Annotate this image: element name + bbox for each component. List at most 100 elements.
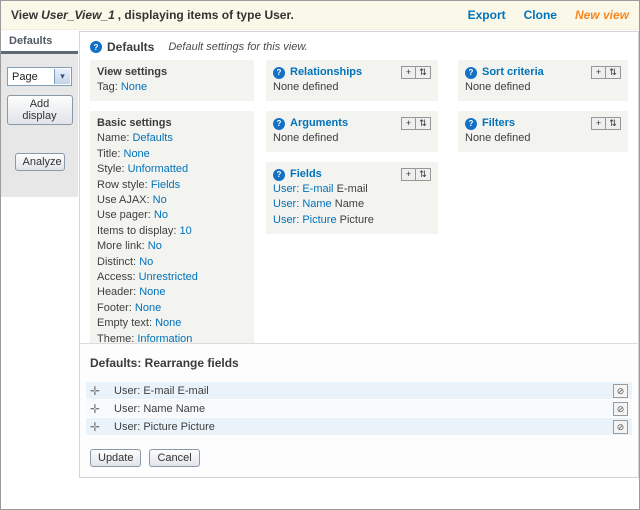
display-type-select[interactable]: Page ▾ (7, 67, 72, 86)
setting-value-link[interactable]: No (148, 240, 162, 252)
arguments-box: ? Arguments + ⇅ None defined (266, 111, 438, 152)
display-heading-note: Default settings for this view. (168, 41, 308, 53)
filters-buttons: + ⇅ (591, 117, 621, 130)
setting-label: Tag: (97, 81, 118, 93)
analyze-button[interactable]: Analyze (14, 153, 65, 171)
setting-row: Use pager: No (97, 208, 247, 223)
setting-row: Access: Unrestricted (97, 270, 247, 285)
setting-value-link[interactable]: Defaults (132, 132, 172, 144)
add-icon[interactable]: + (401, 117, 416, 130)
setting-row: More link: No (97, 239, 247, 254)
rearrange-row: ✛ User: Picture Picture ⊘ (86, 418, 632, 435)
setting-label: Style: (97, 163, 125, 176)
setting-row: Use AJAX: No (97, 193, 247, 208)
tab-defaults[interactable]: Defaults (1, 31, 78, 54)
view-actions: Export Clone New view (468, 8, 629, 22)
rearrange-icon[interactable]: ⇅ (416, 117, 431, 130)
setting-value-link[interactable]: No (154, 209, 168, 221)
drag-handle-icon[interactable]: ✛ (90, 402, 114, 416)
clone-link[interactable]: Clone (524, 8, 557, 22)
setting-row: Row style: Fields (97, 178, 247, 193)
arguments-buttons: + ⇅ (401, 117, 431, 130)
add-icon[interactable]: + (591, 66, 606, 79)
rearrange-icon[interactable]: ⇅ (416, 66, 431, 79)
help-icon[interactable]: ? (90, 41, 102, 53)
setting-label: Row style: (97, 178, 148, 191)
add-icon[interactable]: + (591, 117, 606, 130)
filters-title-link[interactable]: Filters (482, 116, 515, 131)
arguments-title-link[interactable]: Arguments (290, 116, 348, 131)
add-icon[interactable]: + (401, 66, 416, 79)
setting-label: More link: (97, 240, 145, 253)
field-suffix: E-mail (336, 183, 368, 195)
remove-icon[interactable]: ⊘ (613, 401, 628, 416)
help-icon[interactable]: ? (273, 117, 285, 130)
export-link[interactable]: Export (468, 8, 506, 22)
setting-label: Use pager: (97, 209, 151, 222)
setting-label: Items to display: (97, 224, 177, 237)
chevron-down-icon: ▾ (54, 69, 70, 84)
arguments-header: ? Arguments + ⇅ (273, 116, 431, 131)
remove-icon[interactable]: ⊘ (613, 419, 628, 434)
setting-label: Empty text: (97, 317, 153, 330)
sort-criteria-empty-text: None defined (465, 81, 531, 93)
drag-handle-icon[interactable]: ✛ (90, 420, 114, 434)
setting-value-link[interactable]: No (153, 194, 167, 206)
new-view-link[interactable]: New view (575, 8, 629, 22)
setting-value-link[interactable]: Unrestricted (139, 271, 198, 283)
setting-label: Footer: (97, 301, 132, 314)
rearrange-icon[interactable]: ⇅ (606, 66, 621, 79)
field-link[interactable]: User: Picture (273, 214, 337, 226)
help-icon[interactable]: ? (465, 117, 477, 130)
setting-row: Title: None (97, 147, 247, 162)
views-ui-page: View User_View_1, displaying items of typ… (0, 0, 640, 510)
filters-box: ? Filters + ⇅ None defined (458, 111, 628, 152)
field-link[interactable]: User: E-mail (273, 183, 334, 195)
display-settings-panel: ? Defaults Default settings for this vie… (79, 31, 639, 478)
rearrange-icon[interactable]: ⇅ (606, 117, 621, 130)
help-icon[interactable]: ? (273, 168, 285, 181)
remove-icon[interactable]: ⊘ (613, 383, 628, 398)
settings-column-2: ? Relationships + ⇅ None defined ? Argum… (266, 60, 438, 244)
view-settings-title: View settings (97, 66, 168, 78)
fields-header: ? Fields + ⇅ (273, 167, 431, 182)
field-link[interactable]: User: Name (273, 198, 332, 210)
relationships-title-link[interactable]: Relationships (290, 65, 362, 80)
rearrange-icon[interactable]: ⇅ (416, 168, 431, 181)
cancel-button[interactable]: Cancel (149, 449, 200, 467)
rearrange-row-label: User: Picture Picture (114, 420, 215, 433)
field-row: User: Picture Picture (273, 213, 431, 228)
drag-handle-icon[interactable]: ✛ (90, 384, 114, 398)
setting-value-link[interactable]: Fields (151, 179, 180, 191)
setting-value-link[interactable]: None (121, 81, 147, 93)
setting-value-link[interactable]: None (135, 302, 161, 314)
help-icon[interactable]: ? (465, 66, 477, 79)
setting-value-link[interactable]: Unformatted (128, 163, 189, 175)
update-button[interactable]: Update (90, 449, 142, 467)
sort-criteria-title-link[interactable]: Sort criteria (482, 65, 544, 80)
add-icon[interactable]: + (401, 168, 416, 181)
setting-row: Header: None (97, 285, 247, 300)
fields-title-link[interactable]: Fields (290, 167, 322, 182)
view-title-suffix: , displaying items of type User. (117, 8, 294, 22)
setting-value-link[interactable]: None (124, 148, 150, 160)
sort-criteria-header: ? Sort criteria + ⇅ (465, 65, 621, 80)
setting-value-link[interactable]: None (155, 317, 181, 329)
display-header: ? Defaults Default settings for this vie… (80, 32, 638, 60)
basic-settings-title: Basic settings (97, 117, 172, 130)
filters-empty-text: None defined (465, 132, 531, 144)
relationships-box: ? Relationships + ⇅ None defined (266, 60, 438, 101)
setting-value-link[interactable]: No (139, 256, 153, 268)
add-display-button[interactable]: Add display (6, 95, 73, 125)
view-title-bar: View User_View_1, displaying items of typ… (1, 1, 639, 30)
field-suffix: Picture (339, 213, 374, 226)
relationships-buttons: + ⇅ (401, 66, 431, 79)
setting-value-link[interactable]: 10 (180, 225, 192, 237)
display-heading: Defaults (107, 40, 155, 54)
arguments-empty-text: None defined (273, 132, 339, 144)
relationships-empty-text: None defined (273, 81, 339, 93)
setting-row: Empty text: None (97, 316, 247, 331)
setting-row: Footer: None (97, 301, 247, 316)
help-icon[interactable]: ? (273, 66, 285, 79)
setting-value-link[interactable]: None (139, 286, 165, 298)
